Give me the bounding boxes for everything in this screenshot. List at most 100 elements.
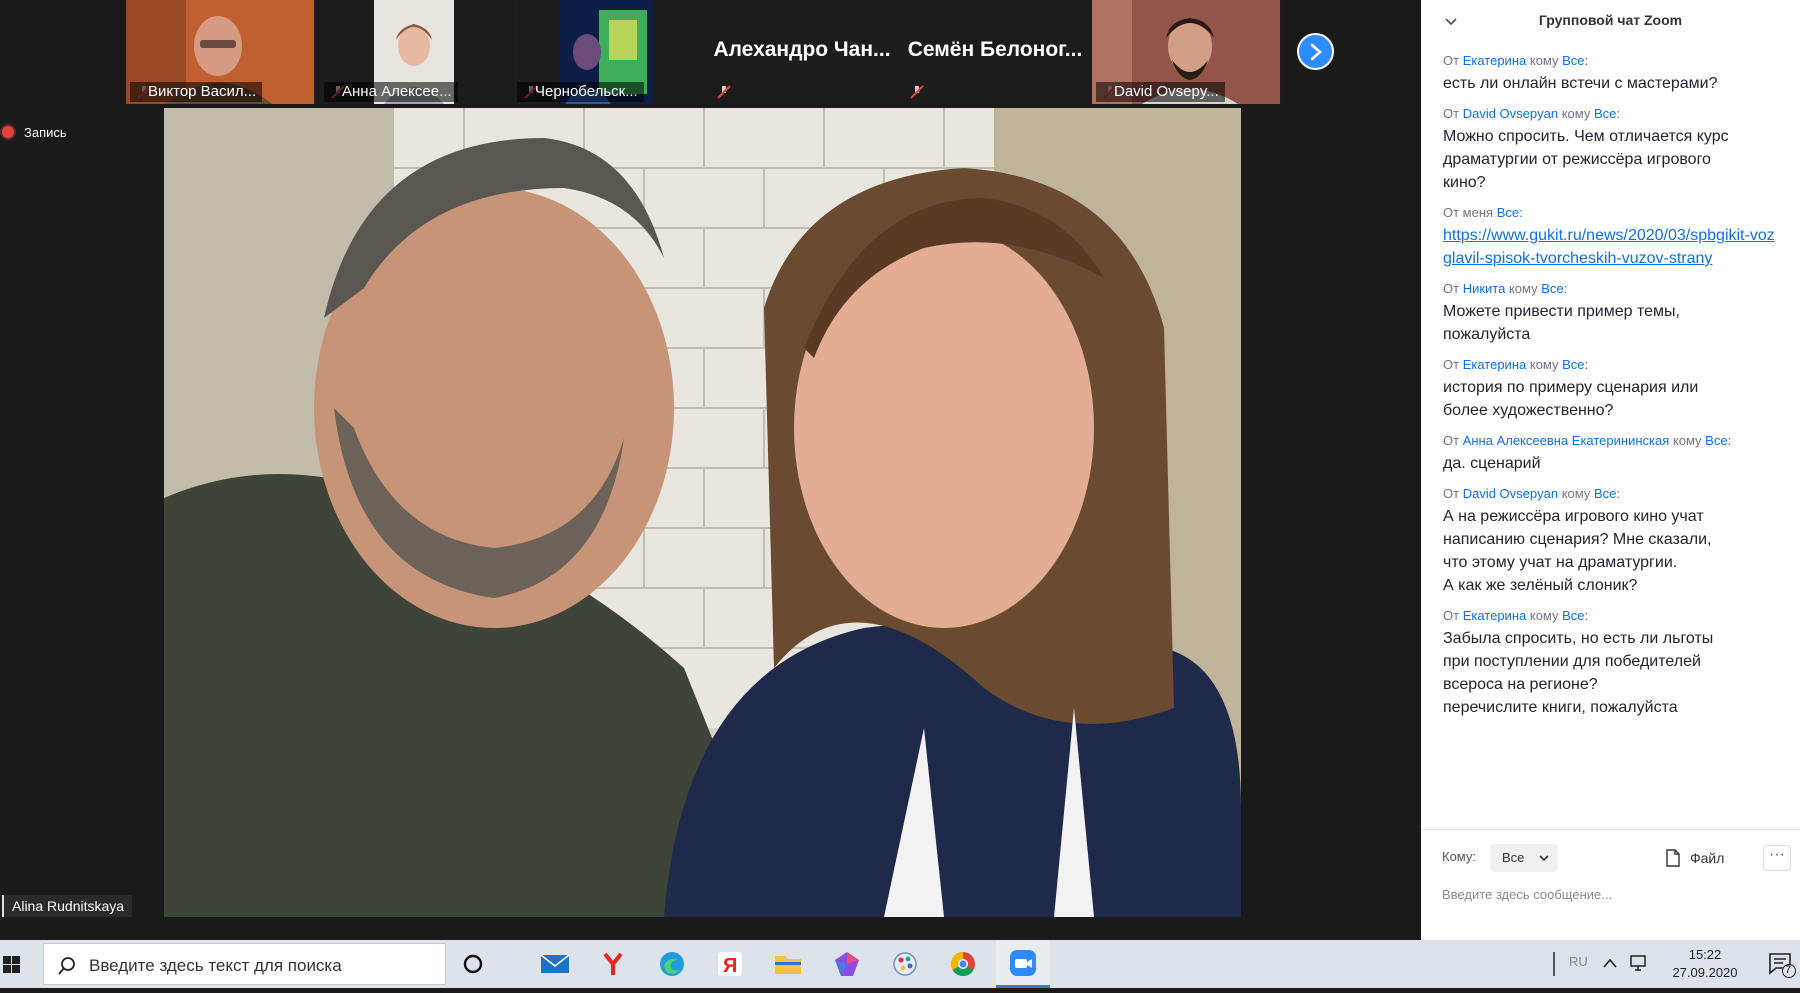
message-from-prefix: От bbox=[1443, 281, 1460, 296]
message-recipient[interactable]: Все: bbox=[1562, 53, 1588, 68]
message-sender[interactable]: Екатерина bbox=[1463, 53, 1527, 68]
mail-icon bbox=[540, 954, 570, 973]
message-recipient[interactable]: Все: bbox=[1497, 205, 1523, 220]
taskbar-app-mail[interactable] bbox=[528, 940, 582, 988]
network-icon[interactable] bbox=[1628, 954, 1648, 972]
participant-name: Алехандро Чан... bbox=[713, 38, 891, 61]
message-line: более художественно? bbox=[1443, 402, 1614, 419]
chat-message: От David Ovsepyan кому Все: Можно спроси… bbox=[1443, 105, 1783, 194]
message-to-word: кому bbox=[1672, 433, 1702, 448]
message-line: А как же зелёный слоник? bbox=[1443, 577, 1638, 594]
chat-message: От Екатерина кому Все: есть ли онлайн вс… bbox=[1443, 52, 1783, 95]
taskbar-app-yandex[interactable]: Я bbox=[703, 940, 757, 988]
message-line: всероса на регионе? bbox=[1443, 676, 1598, 693]
message-sender[interactable]: Анна Алексеевна Екатерининская bbox=[1463, 433, 1670, 448]
message-from-prefix: От меня bbox=[1443, 205, 1494, 220]
message-line: Можете привести пример темы, bbox=[1443, 303, 1680, 320]
meeting-view: Виктор Васил... Анна Алексее... Чернобел… bbox=[0, 0, 1421, 940]
taskbar-search[interactable]: Введите здесь текст для поиска bbox=[43, 943, 446, 985]
message-to-word: кому bbox=[1561, 486, 1591, 501]
message-line: Можно спросить. Чем отличается курс bbox=[1443, 128, 1729, 145]
message-line: история по примеру сценария или bbox=[1443, 379, 1699, 396]
message-input[interactable] bbox=[1442, 882, 1782, 906]
message-line: при поступлении для победителей bbox=[1443, 653, 1701, 670]
chat-messages: От Екатерина кому Все: есть ли онлайн вс… bbox=[1443, 52, 1783, 729]
language-indicator[interactable]: RU bbox=[1569, 954, 1588, 969]
file-button[interactable]: Файл bbox=[1666, 848, 1724, 868]
svg-text:Я: Я bbox=[723, 955, 737, 977]
message-recipient[interactable]: Все: bbox=[1562, 608, 1588, 623]
notification-center-button[interactable]: 7 bbox=[1768, 952, 1796, 983]
message-line: драматургии от режиссёра игрового bbox=[1443, 151, 1711, 168]
participant-strip: Виктор Васил... Анна Алексее... Чернобел… bbox=[0, 0, 1421, 106]
chat-message: От David Ovsepyan кому Все: А на режиссё… bbox=[1443, 485, 1783, 597]
taskbar-clock[interactable]: 15:22 27.09.2020 bbox=[1660, 946, 1750, 982]
participant-name: Анна Алексее... bbox=[324, 82, 458, 102]
start-button[interactable] bbox=[0, 940, 40, 988]
more-options-button[interactable]: ··· bbox=[1763, 845, 1791, 871]
taskbar-app-gem[interactable] bbox=[820, 940, 874, 988]
file-button-label: Файл bbox=[1690, 850, 1725, 866]
message-to-word: кому bbox=[1529, 357, 1559, 372]
edge-icon bbox=[660, 952, 684, 976]
message-sender[interactable]: David Ovsepyan bbox=[1463, 106, 1558, 121]
muted-mic-icon bbox=[717, 85, 731, 99]
message-sender[interactable]: David Ovsepyan bbox=[1463, 486, 1558, 501]
taskbar-app-chrome[interactable] bbox=[936, 940, 990, 988]
chrome-icon bbox=[950, 952, 975, 977]
message-line: да. сценарий bbox=[1443, 455, 1541, 472]
taskbar-app-file-explorer[interactable] bbox=[761, 940, 815, 988]
recipient-select[interactable]: Все bbox=[1490, 844, 1558, 872]
taskbar-app-paint[interactable] bbox=[878, 940, 932, 988]
message-to-word: кому bbox=[1508, 281, 1538, 296]
message-line: кино? bbox=[1443, 174, 1486, 191]
message-line: есть ли онлайн встечи с мастерами? bbox=[1443, 75, 1718, 92]
message-from-prefix: От bbox=[1443, 608, 1460, 623]
notification-icon bbox=[1769, 953, 1796, 978]
task-view-icon bbox=[463, 954, 483, 974]
windows-taskbar: Введите здесь текст для поиска Я RU 15:2… bbox=[0, 940, 1800, 988]
chevron-up-icon[interactable] bbox=[1602, 957, 1618, 969]
message-sender[interactable]: Никита bbox=[1463, 281, 1506, 296]
chat-header: Групповой чат Zoom bbox=[1421, 0, 1800, 44]
message-sender[interactable]: Екатерина bbox=[1463, 357, 1527, 372]
message-from-prefix: От bbox=[1443, 53, 1460, 68]
message-sender[interactable]: Екатерина bbox=[1463, 608, 1527, 623]
file-icon bbox=[1666, 849, 1680, 867]
message-recipient[interactable]: Все: bbox=[1705, 433, 1731, 448]
recording-label: Запись bbox=[24, 124, 67, 140]
participant-tile[interactable]: Анна Алексее... bbox=[320, 0, 512, 104]
participant-name: Виктор Васил... bbox=[130, 82, 263, 102]
participant-tile[interactable]: Виктор Васил... bbox=[126, 0, 318, 104]
chat-panel: Групповой чат Zoom От Екатерина кому Все… bbox=[1421, 0, 1800, 940]
message-recipient[interactable]: Все: bbox=[1562, 357, 1588, 372]
recording-indicator: Запись bbox=[2, 124, 67, 140]
taskbar-app-yandex-browser[interactable] bbox=[586, 940, 640, 988]
taskbar-app-edge[interactable] bbox=[645, 940, 699, 988]
message-line: пожалуйста bbox=[1443, 326, 1531, 343]
record-icon bbox=[2, 126, 14, 138]
participant-tile[interactable]: Алехандро Чан... bbox=[706, 0, 898, 104]
yandex-browser-icon bbox=[603, 952, 623, 975]
message-recipient[interactable]: Все: bbox=[1541, 281, 1567, 296]
message-line: Забыла спросить, но есть ли льготы bbox=[1443, 630, 1714, 647]
message-line: что этому учат на драматургии. bbox=[1443, 554, 1678, 571]
message-line: А на режиссёра игрового кино учат bbox=[1443, 508, 1704, 525]
message-recipient[interactable]: Все: bbox=[1594, 486, 1620, 501]
participant-tile[interactable]: David Ovsepy... bbox=[1092, 0, 1284, 104]
message-recipient[interactable]: Все: bbox=[1594, 106, 1620, 121]
message-from-prefix: От bbox=[1443, 106, 1460, 121]
participant-tile[interactable]: Чернобельск... bbox=[513, 0, 705, 104]
chevron-down-icon bbox=[1539, 855, 1549, 862]
participant-tile[interactable]: Семён Белоног... bbox=[899, 0, 1091, 104]
search-placeholder: Введите здесь текст для поиска bbox=[89, 956, 342, 975]
taskbar-app-zoom[interactable] bbox=[996, 940, 1050, 988]
paint-icon bbox=[893, 952, 917, 976]
next-page-button[interactable] bbox=[1297, 33, 1334, 70]
message-to-word: кому bbox=[1561, 106, 1591, 121]
message-link[interactable]: https://www.gukit.ru/news/2020/03/spbgik… bbox=[1443, 227, 1775, 267]
zoom-icon bbox=[1010, 949, 1036, 976]
notification-count: 7 bbox=[1785, 964, 1792, 976]
task-view-button[interactable] bbox=[448, 940, 502, 988]
folder-icon bbox=[775, 956, 801, 974]
